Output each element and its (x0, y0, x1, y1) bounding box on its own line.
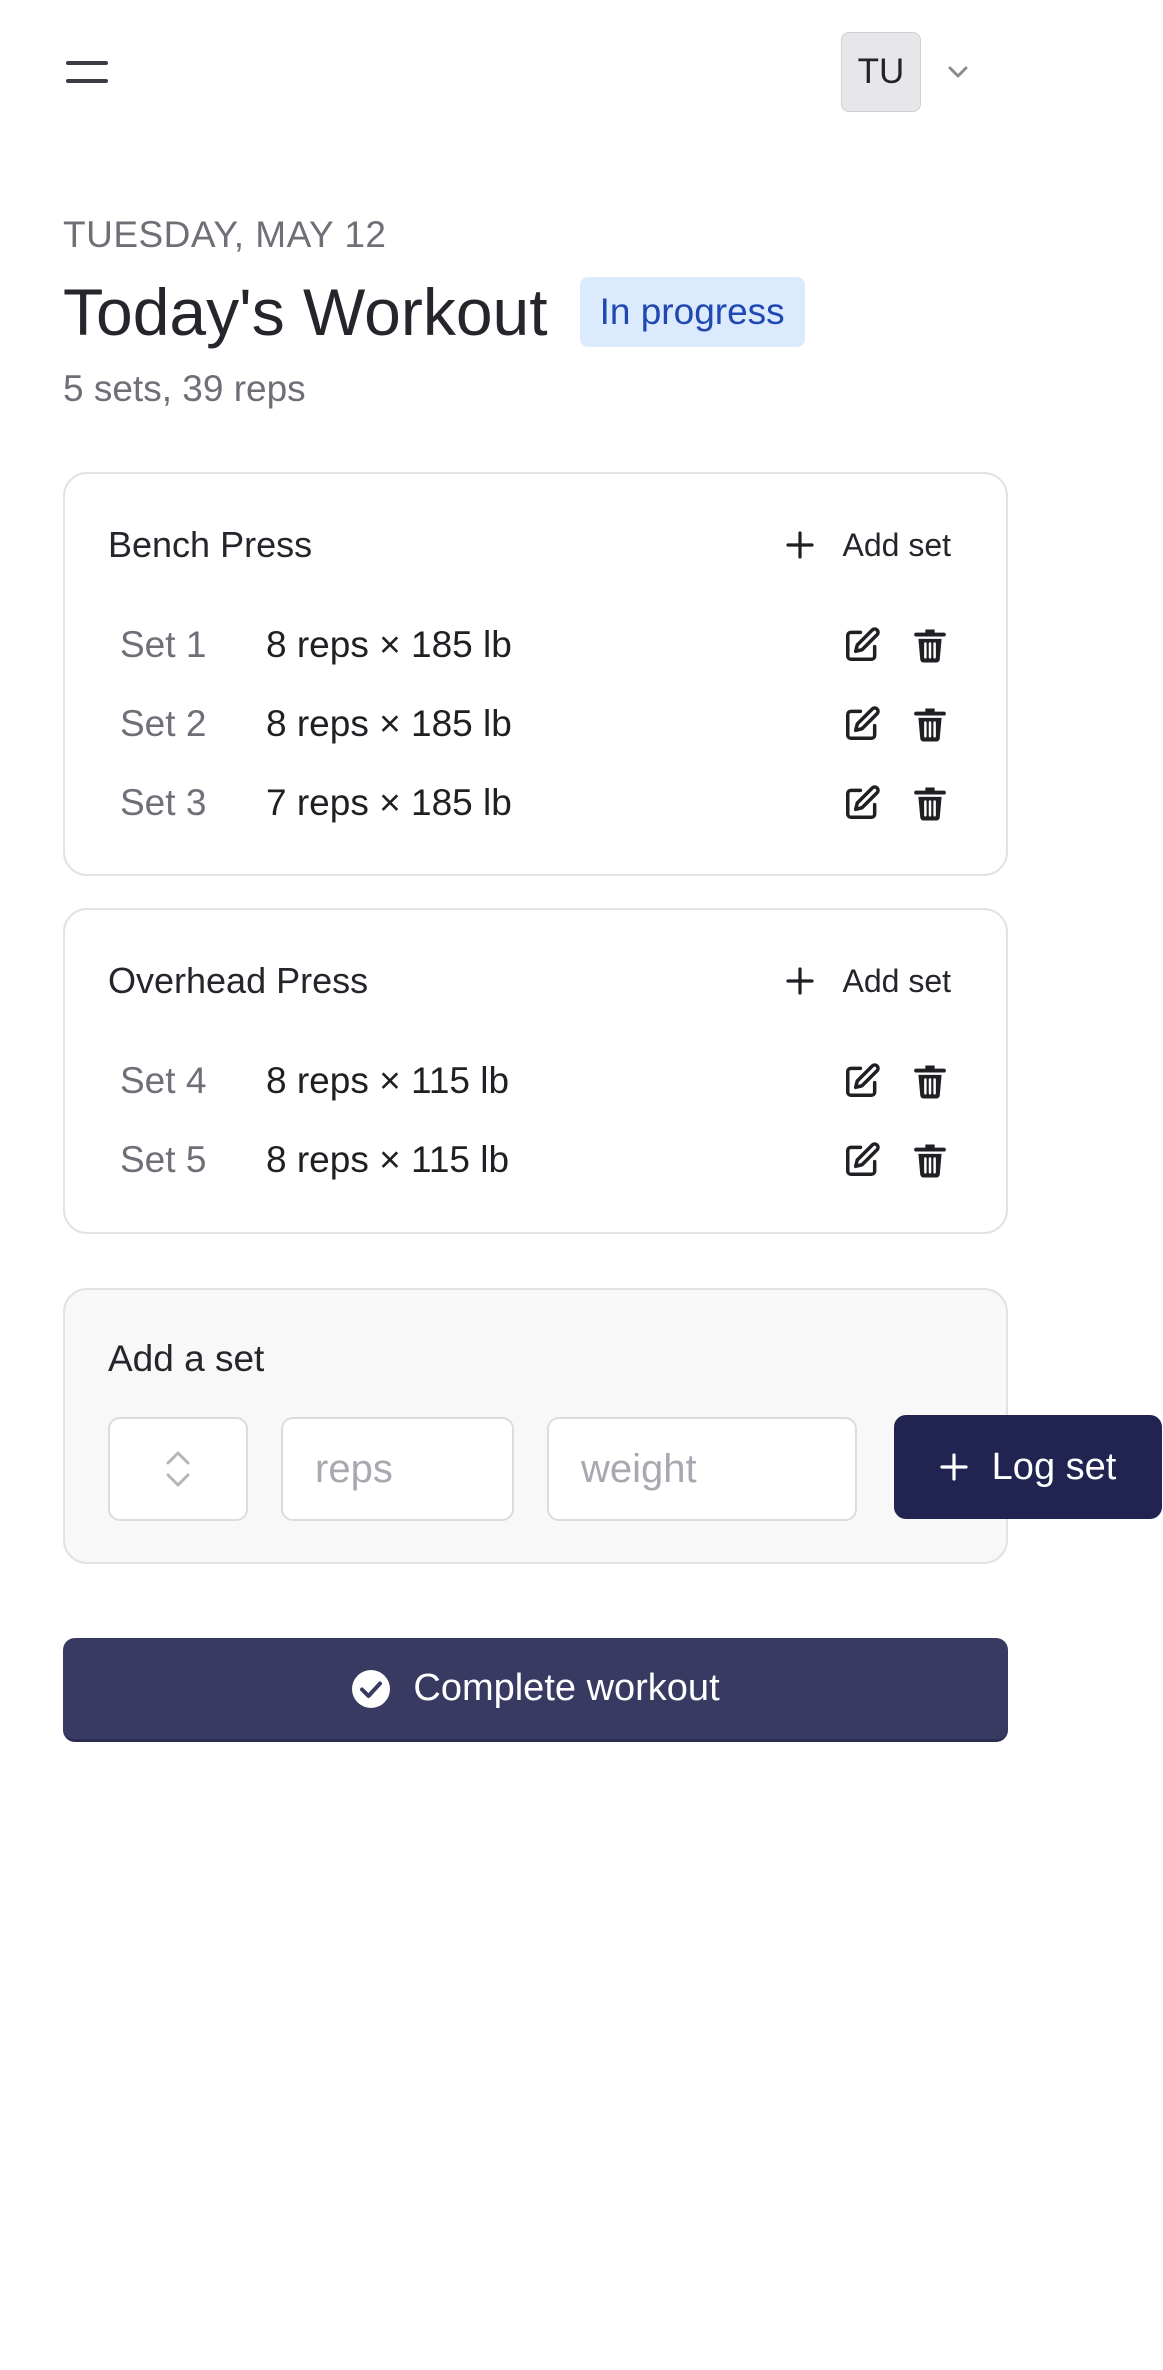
edit-icon (846, 1142, 880, 1176)
edit-icon (846, 1063, 880, 1097)
edit-set-button[interactable] (841, 624, 883, 666)
chevron-down-icon[interactable] (947, 65, 969, 79)
delete-set-button[interactable] (909, 782, 951, 824)
delete-set-button[interactable] (909, 1139, 951, 1181)
edit-set-button[interactable] (841, 782, 883, 824)
add-set-button[interactable]: Add set (786, 963, 951, 1000)
add-set-label: Add set (842, 526, 951, 563)
menu-button[interactable] (58, 52, 118, 96)
set-detail: 7 reps × 185 lb (266, 782, 512, 823)
set-detail: 8 reps × 185 lb (266, 703, 512, 744)
edit-icon (846, 785, 880, 819)
log-set-button[interactable]: Log set (894, 1415, 1162, 1519)
title-row: Today's Workout In progress (63, 274, 805, 350)
hamburger-icon-line (66, 79, 108, 83)
trash-icon (914, 787, 946, 821)
edit-set-button[interactable] (841, 1139, 883, 1181)
complete-workout-button[interactable]: Complete workout (63, 1638, 1008, 1742)
plus-icon (786, 531, 815, 559)
avatar[interactable]: TU (841, 32, 921, 112)
trash-icon (914, 708, 946, 742)
edit-set-button[interactable] (841, 1060, 883, 1102)
up-down-stepper-icon (166, 1451, 190, 1487)
edit-set-button[interactable] (841, 703, 883, 745)
set-row: Set 5 8 reps × 115 lb (120, 1130, 951, 1190)
set-detail: 8 reps × 185 lb (266, 624, 512, 665)
exercise-name: Bench Press (108, 524, 313, 565)
plus-icon (786, 967, 815, 995)
complete-workout-label: Complete workout (413, 1667, 720, 1709)
set-row: Set 3 7 reps × 185 lb (120, 773, 951, 833)
workout-date: TUESDAY, MAY 12 (63, 214, 387, 255)
set-label: Set 3 (120, 782, 207, 823)
status-badge: In progress (579, 277, 805, 347)
exercise-name: Overhead Press (108, 960, 369, 1001)
add-set-form-title: Add a set (108, 1338, 265, 1379)
exercise-card-header: Overhead Press Add set (108, 960, 951, 1002)
exercise-card-header: Bench Press Add set (108, 524, 951, 566)
set-detail: 8 reps × 115 lb (266, 1139, 510, 1180)
exercise-stepper[interactable] (108, 1417, 248, 1521)
reps-field[interactable] (281, 1417, 514, 1521)
set-row: Set 2 8 reps × 185 lb (120, 694, 951, 754)
delete-set-button[interactable] (909, 624, 951, 666)
set-row: Set 1 8 reps × 185 lb (120, 615, 951, 675)
add-set-label: Add set (842, 962, 951, 999)
add-set-button[interactable]: Add set (786, 527, 951, 564)
set-label: Set 4 (120, 1060, 207, 1101)
check-circle-icon (352, 1669, 391, 1708)
log-set-label: Log set (991, 1445, 1117, 1488)
trash-icon (914, 629, 946, 663)
set-row: Set 4 8 reps × 115 lb (120, 1051, 951, 1111)
trash-icon (914, 1144, 946, 1178)
page-title: Today's Workout (63, 275, 548, 349)
edit-icon (846, 627, 880, 661)
trash-icon (914, 1065, 946, 1099)
reps-input[interactable] (283, 1419, 512, 1519)
user-menu[interactable]: TU (841, 32, 969, 112)
exercise-card: Overhead Press Add set Set 4 8 reps × 11… (63, 908, 1008, 1234)
plus-icon (940, 1453, 968, 1481)
workout-summary: 5 sets, 39 reps (63, 368, 306, 409)
set-detail: 8 reps × 115 lb (266, 1060, 510, 1101)
hamburger-icon-line (66, 61, 108, 65)
weight-input[interactable] (549, 1419, 855, 1519)
set-label: Set 2 (120, 703, 207, 744)
exercise-card: Bench Press Add set Set 1 8 reps × 185 l… (63, 472, 1008, 876)
set-label: Set 1 (120, 624, 207, 665)
set-label: Set 5 (120, 1139, 207, 1180)
edit-icon (846, 706, 880, 740)
weight-field[interactable] (547, 1417, 857, 1521)
delete-set-button[interactable] (909, 703, 951, 745)
add-set-form: Add a set (63, 1288, 1008, 1564)
delete-set-button[interactable] (909, 1060, 951, 1102)
